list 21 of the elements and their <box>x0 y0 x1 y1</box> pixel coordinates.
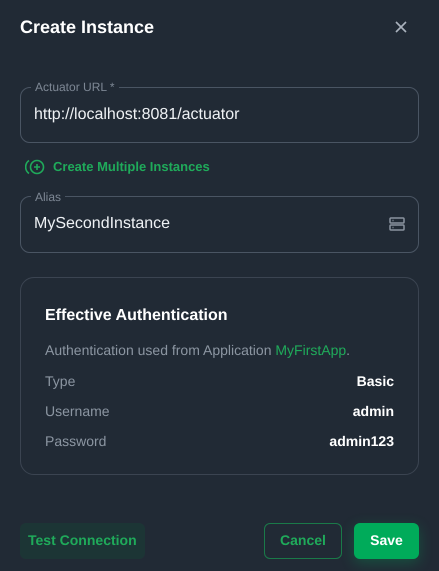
save-button[interactable]: Save <box>354 522 419 558</box>
field-label: Actuator URL * <box>34 79 116 95</box>
row-label: Username <box>45 402 110 420</box>
server-icon <box>389 216 405 232</box>
application-link[interactable]: MyFirstApp <box>275 342 346 358</box>
dialog-title: Create Instance <box>20 16 154 38</box>
test-connection-button[interactable]: Test Connection <box>20 522 145 558</box>
field-label: Alias <box>34 188 62 204</box>
card-title: Effective Authentication <box>45 306 229 326</box>
field-input[interactable]: http://localhost:8081/actuator <box>34 102 405 126</box>
row-value: Basic <box>356 372 394 390</box>
row-label: Password <box>45 432 106 450</box>
card-description: Authentication used from Application MyFirstApp. <box>45 340 352 360</box>
add-circle-icon <box>25 158 45 176</box>
cancel-button[interactable]: Cancel <box>264 522 342 558</box>
row-label: Type <box>45 372 76 390</box>
field-input[interactable]: MySecondInstance <box>34 212 389 236</box>
row-value: admin <box>352 402 394 420</box>
row-value: admin123 <box>329 432 394 450</box>
create-multiple-link[interactable]: Create Multiple Instances <box>25 157 210 176</box>
close-icon[interactable] <box>393 19 409 35</box>
